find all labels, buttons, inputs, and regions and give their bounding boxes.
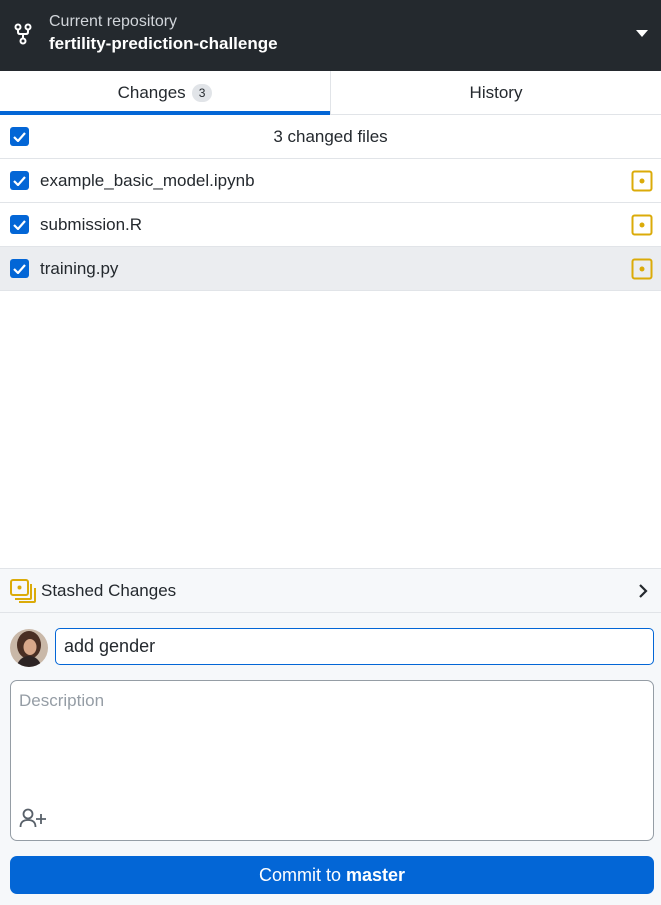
file-include-checkbox[interactable] — [10, 259, 29, 278]
stashed-changes-button[interactable]: Stashed Changes — [0, 568, 661, 613]
chevron-right-icon — [639, 584, 648, 598]
file-include-checkbox[interactable] — [10, 171, 29, 190]
caret-down-icon — [636, 30, 648, 37]
tab-bar: Changes 3 History — [0, 71, 661, 115]
repository-info: Current repository fertility-prediction-… — [49, 12, 278, 56]
file-include-checkbox[interactable] — [10, 215, 29, 234]
checkmark-icon — [13, 175, 26, 186]
file-row[interactable]: example_basic_model.ipynb — [0, 159, 661, 203]
commit-panel: Commit to master — [0, 613, 661, 905]
file-modified-icon — [631, 258, 653, 280]
tab-history-label: History — [469, 82, 523, 102]
file-row-selected[interactable]: training.py — [0, 247, 661, 291]
commit-button-prefix: Commit to — [258, 864, 341, 885]
tab-changes-label: Changes — [117, 82, 186, 102]
file-modified-icon — [631, 214, 653, 236]
checkmark-icon — [13, 263, 26, 274]
select-all-checkbox[interactable] — [10, 127, 29, 146]
current-repository-dropdown[interactable]: Current repository fertility-prediction-… — [0, 0, 661, 71]
commit-button[interactable]: Commit to master — [10, 856, 654, 894]
commit-description-box — [10, 680, 654, 841]
file-row[interactable]: submission.R — [0, 203, 661, 247]
tab-history[interactable]: History — [330, 71, 661, 114]
repository-label: Current repository — [49, 13, 178, 30]
add-coauthor-icon[interactable] — [19, 807, 47, 829]
repository-name: fertility-prediction-challenge — [49, 34, 278, 53]
checkmark-icon — [13, 131, 26, 142]
stash-icon — [10, 579, 36, 603]
commit-summary-input[interactable] — [55, 628, 654, 665]
file-modified-icon — [631, 170, 653, 192]
commit-description-input[interactable] — [19, 691, 639, 791]
file-name: example_basic_model.ipynb — [40, 170, 255, 190]
stashed-changes-label: Stashed Changes — [41, 580, 177, 600]
changed-files-summary: 3 changed files — [273, 126, 388, 146]
changes-count-badge: 3 — [191, 83, 213, 102]
changed-files-header: 3 changed files — [0, 115, 661, 159]
checkmark-icon — [13, 219, 26, 230]
commit-branch-name: master — [345, 864, 406, 885]
user-avatar — [10, 629, 48, 667]
tab-changes[interactable]: Changes 3 — [0, 71, 330, 115]
repo-fork-icon — [14, 23, 32, 45]
file-name: training.py — [40, 258, 119, 278]
file-name: submission.R — [40, 214, 143, 234]
